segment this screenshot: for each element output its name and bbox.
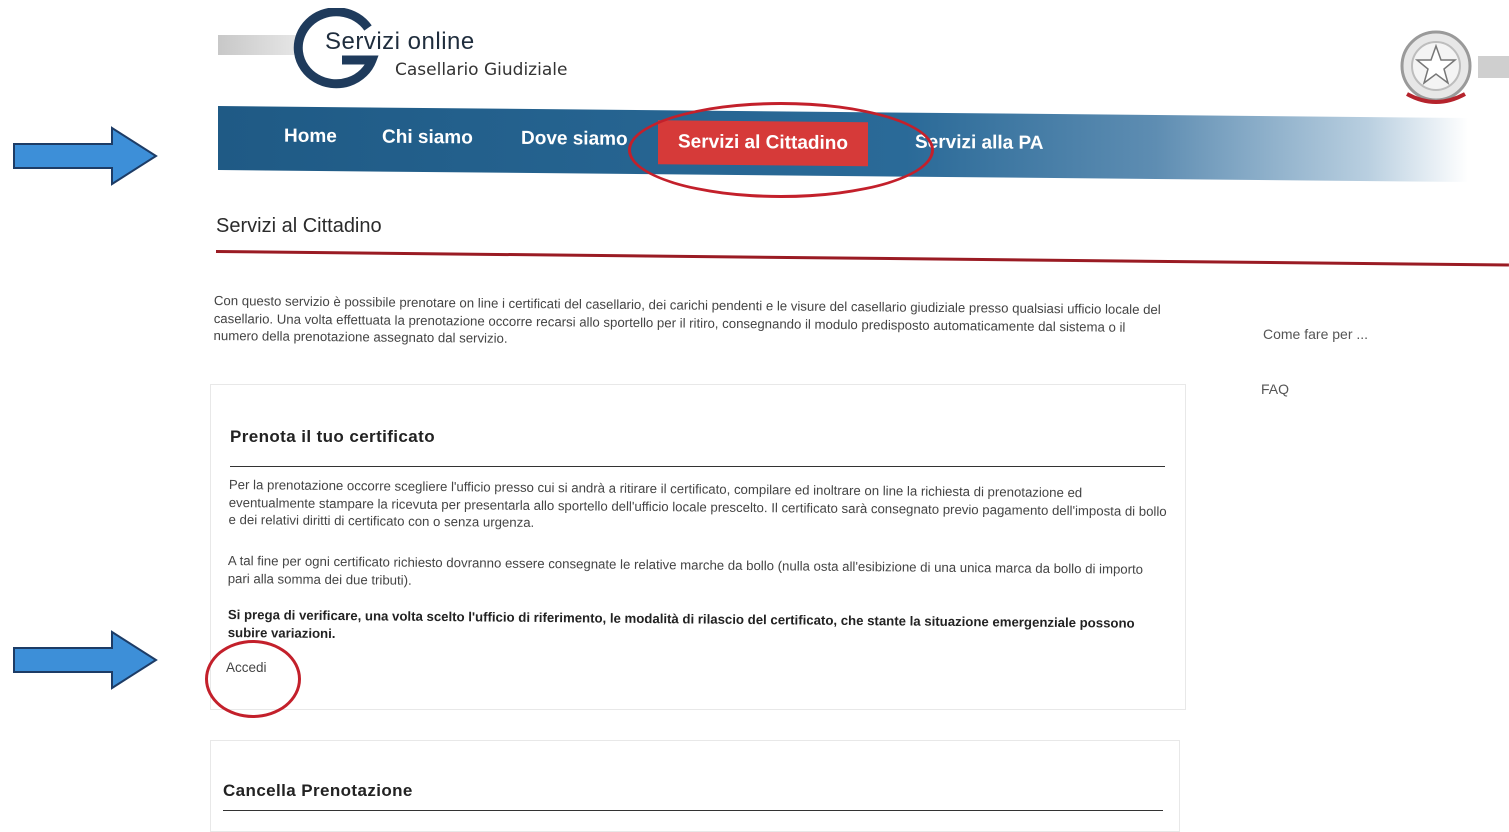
sidebar-link-faq[interactable]: FAQ xyxy=(1261,381,1289,397)
nav-item-dove-siamo[interactable]: Dove siamo xyxy=(521,109,628,174)
nav-item-servizi-al-cittadino[interactable]: Servizi al Cittadino xyxy=(658,120,868,167)
italian-republic-emblem-icon xyxy=(1395,28,1477,108)
page-title: Servizi al Cittadino xyxy=(216,215,382,237)
panel-divider xyxy=(223,810,1163,811)
nav-item-chi-siamo[interactable]: Chi siamo xyxy=(382,108,473,173)
logo-title[interactable]: Servizi online xyxy=(325,28,475,56)
header-side-bar xyxy=(1478,56,1509,78)
nav-item-home[interactable]: Home xyxy=(284,107,337,172)
logo-bar xyxy=(218,35,298,55)
sidebar-link-come-fare[interactable]: Come fare per ... xyxy=(1263,326,1368,342)
intro-text: Con questo servizio è possibile prenotar… xyxy=(213,292,1161,346)
annotation-arrow-icon xyxy=(12,126,158,186)
panel-title: Cancella Prenotazione xyxy=(223,781,413,800)
nav-item-servizi-alla-pa[interactable]: Servizi alla PA xyxy=(915,113,1044,178)
annotation-arrow-icon xyxy=(12,630,158,690)
panel-divider xyxy=(230,466,1165,467)
panel-title: Prenota il tuo certificato xyxy=(230,427,435,446)
panel-paragraph: Per la prenotazione occorre scegliere l'… xyxy=(228,476,1167,530)
logo-subtitle: Casellario Giudiziale xyxy=(395,60,568,80)
title-divider xyxy=(215,250,1509,267)
main-nav: Home Chi siamo Dove siamo Servizi al Cit… xyxy=(218,106,1468,182)
accedi-link[interactable]: Accedi xyxy=(226,660,267,675)
